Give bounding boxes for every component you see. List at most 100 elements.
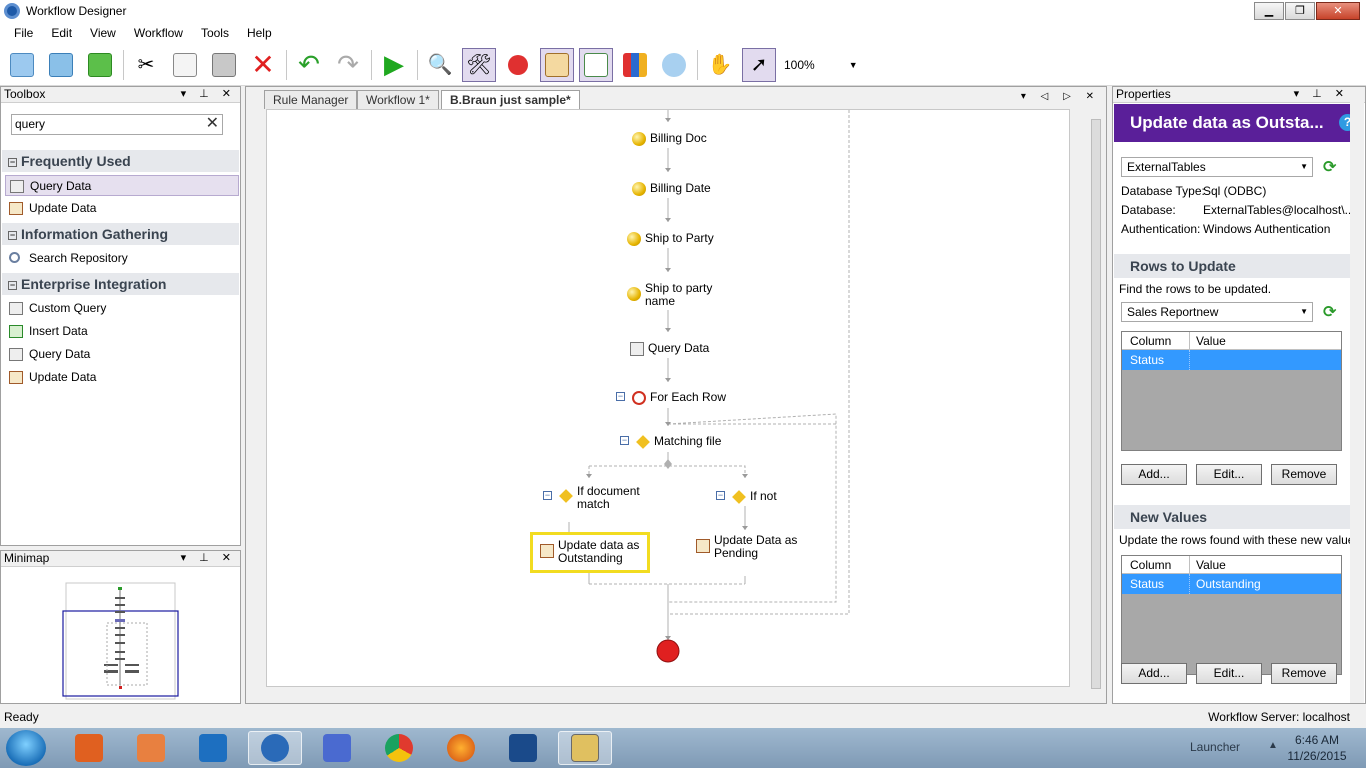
menu-help[interactable]: Help — [247, 26, 272, 40]
tray-expand-icon[interactable]: ▲ — [1268, 740, 1278, 751]
chevron-down-icon[interactable]: ▼ — [849, 60, 858, 70]
report-button[interactable] — [618, 48, 652, 82]
values-add-button[interactable]: Add... — [1121, 663, 1187, 684]
panel-controls[interactable]: ▾ ⊥ ✕ — [181, 87, 236, 102]
properties-toggle-button[interactable] — [540, 47, 574, 82]
stop-button[interactable] — [501, 48, 535, 82]
activity-for-each-row[interactable]: For Each Row — [632, 391, 726, 405]
list-button[interactable] — [579, 47, 613, 82]
rows-add-button[interactable]: Add... — [1121, 464, 1187, 485]
toolbox-item-query-data-2[interactable]: Query Data — [5, 344, 239, 365]
taskbar-tools[interactable] — [558, 731, 612, 765]
collapse-if-match-icon[interactable]: − — [543, 491, 552, 500]
activity-ship-to-party[interactable]: Ship to Party — [627, 232, 714, 246]
activity-billing-date[interactable]: Billing Date — [632, 182, 711, 196]
activity-billing-doc[interactable]: Billing Doc — [632, 132, 707, 146]
settings-button[interactable] — [657, 48, 691, 82]
taskbar-outlook[interactable] — [186, 731, 240, 765]
panel-controls[interactable]: ▾ ⊥ ✕ — [181, 551, 236, 566]
refresh-icon[interactable]: ⟳ — [1323, 302, 1336, 322]
taskbar-app-l[interactable] — [62, 731, 116, 765]
toolbox-item-update-data-2[interactable]: Update Data — [5, 367, 239, 388]
close-button[interactable]: ✕ — [1316, 2, 1360, 20]
redo-button[interactable]: ↷ — [331, 48, 365, 82]
branch-if-not[interactable]: If not — [732, 490, 777, 504]
toolbox-search-input[interactable]: query ✕ — [11, 114, 223, 135]
toolbox-item-update-data[interactable]: Update Data — [5, 198, 239, 219]
select-button[interactable]: ➚ — [742, 47, 776, 82]
scroll-thumb[interactable] — [1091, 119, 1101, 689]
toolbox-item-query-data[interactable]: Query Data — [5, 175, 239, 196]
collapse-icon[interactable]: − — [8, 158, 17, 167]
taskbar-app-list[interactable] — [124, 731, 178, 765]
activity-ship-to-party-name[interactable]: Ship to party name — [627, 282, 712, 308]
values-grid[interactable]: Column Value Status Outstanding — [1121, 555, 1342, 675]
rows-remove-button[interactable]: Remove — [1271, 464, 1337, 485]
values-edit-button[interactable]: Edit... — [1196, 663, 1262, 684]
menu-edit[interactable]: Edit — [51, 26, 72, 40]
taskbar-firefox[interactable] — [434, 731, 488, 765]
rows-table-select[interactable]: Sales Reportnew ▼ — [1121, 302, 1313, 322]
properties-scrollbar[interactable] — [1350, 87, 1364, 703]
branch-if-document-match[interactable]: If document match — [559, 485, 640, 511]
import-button[interactable] — [44, 48, 78, 82]
category-enterprise-integration[interactable]: − Enterprise Integration — [2, 273, 239, 295]
menu-file[interactable]: File — [14, 26, 33, 40]
minimap-view[interactable] — [1, 567, 240, 701]
table-row[interactable]: Status — [1122, 350, 1341, 370]
copy-button[interactable] — [168, 48, 202, 82]
export-button[interactable] — [83, 48, 117, 82]
start-button[interactable] — [6, 730, 46, 766]
category-frequently-used[interactable]: − Frequently Used — [2, 150, 239, 172]
collapse-icon[interactable]: − — [8, 231, 17, 240]
tab-b-braun-sample[interactable]: B.Braun just sample* — [441, 90, 580, 109]
workflow-canvas[interactable]: Billing Doc Billing Date Ship to Party S… — [266, 109, 1070, 687]
taskbar-chrome[interactable] — [372, 731, 426, 765]
paste-button[interactable] — [207, 48, 241, 82]
tools-button[interactable]: 🛠 — [462, 47, 496, 82]
refresh-icon[interactable]: ⟳ — [1323, 157, 1336, 177]
activity-query-data[interactable]: Query Data — [630, 342, 709, 356]
activity-update-pending[interactable]: Update Data as Pending — [696, 534, 797, 560]
collapse-icon[interactable]: − — [8, 281, 17, 290]
values-remove-button[interactable]: Remove — [1271, 663, 1337, 684]
taskbar-workflow-designer[interactable] — [248, 731, 302, 765]
clear-icon[interactable]: ✕ — [206, 114, 219, 133]
tab-controls[interactable]: ▾ ◁ ▷ ✕ — [1021, 91, 1100, 102]
menu-view[interactable]: View — [90, 26, 116, 40]
undo-button[interactable]: ↶ — [292, 48, 326, 82]
menu-workflow[interactable]: Workflow — [134, 26, 183, 40]
taskbar-keys[interactable] — [310, 731, 364, 765]
toolbox-item-custom-query[interactable]: Custom Query — [5, 298, 239, 319]
category-information-gathering[interactable]: − Information Gathering — [2, 223, 239, 245]
find-button[interactable]: 🔍 — [423, 48, 457, 82]
firefox-icon — [447, 734, 475, 762]
collapse-for-each-icon[interactable]: − — [616, 392, 625, 401]
toolbox-item-search-repository[interactable]: Search Repository — [5, 248, 239, 269]
tab-workflow-1[interactable]: Workflow 1* — [357, 90, 439, 109]
table-row[interactable]: Status Outstanding — [1122, 574, 1341, 594]
update-data-icon — [9, 371, 23, 384]
rows-edit-button[interactable]: Edit... — [1196, 464, 1262, 485]
tab-rule-manager[interactable]: Rule Manager — [264, 90, 358, 109]
launcher-label[interactable]: Launcher — [1190, 740, 1240, 754]
toolbox-item-insert-data[interactable]: Insert Data — [5, 321, 239, 342]
restore-button[interactable]: ❐ — [1285, 2, 1315, 20]
new-workflow-button[interactable] — [5, 48, 39, 82]
collapse-matching-icon[interactable]: − — [620, 436, 629, 445]
designer-scrollbar[interactable] — [1088, 109, 1104, 703]
menu-tools[interactable]: Tools — [201, 26, 229, 40]
run-button[interactable]: ▶ — [377, 48, 411, 82]
zoom-level[interactable]: 100% — [784, 58, 815, 72]
cut-button[interactable]: ✂ — [129, 48, 163, 82]
pan-button[interactable]: ✋ — [703, 48, 737, 82]
clock[interactable]: 6:46 AM 11/26/2015 — [1282, 732, 1352, 764]
taskbar-plug[interactable] — [496, 731, 550, 765]
collapse-if-not-icon[interactable]: − — [716, 491, 725, 500]
table-source-select[interactable]: ExternalTables ▼ — [1121, 157, 1313, 177]
minimize-button[interactable]: ▁ — [1254, 2, 1284, 20]
delete-button[interactable]: ✕ — [246, 48, 280, 82]
activity-matching-file[interactable]: Matching file — [636, 435, 721, 449]
rows-grid[interactable]: Column Value Status — [1121, 331, 1342, 451]
panel-controls[interactable]: ▾ ⊥ ✕ — [1294, 87, 1349, 102]
